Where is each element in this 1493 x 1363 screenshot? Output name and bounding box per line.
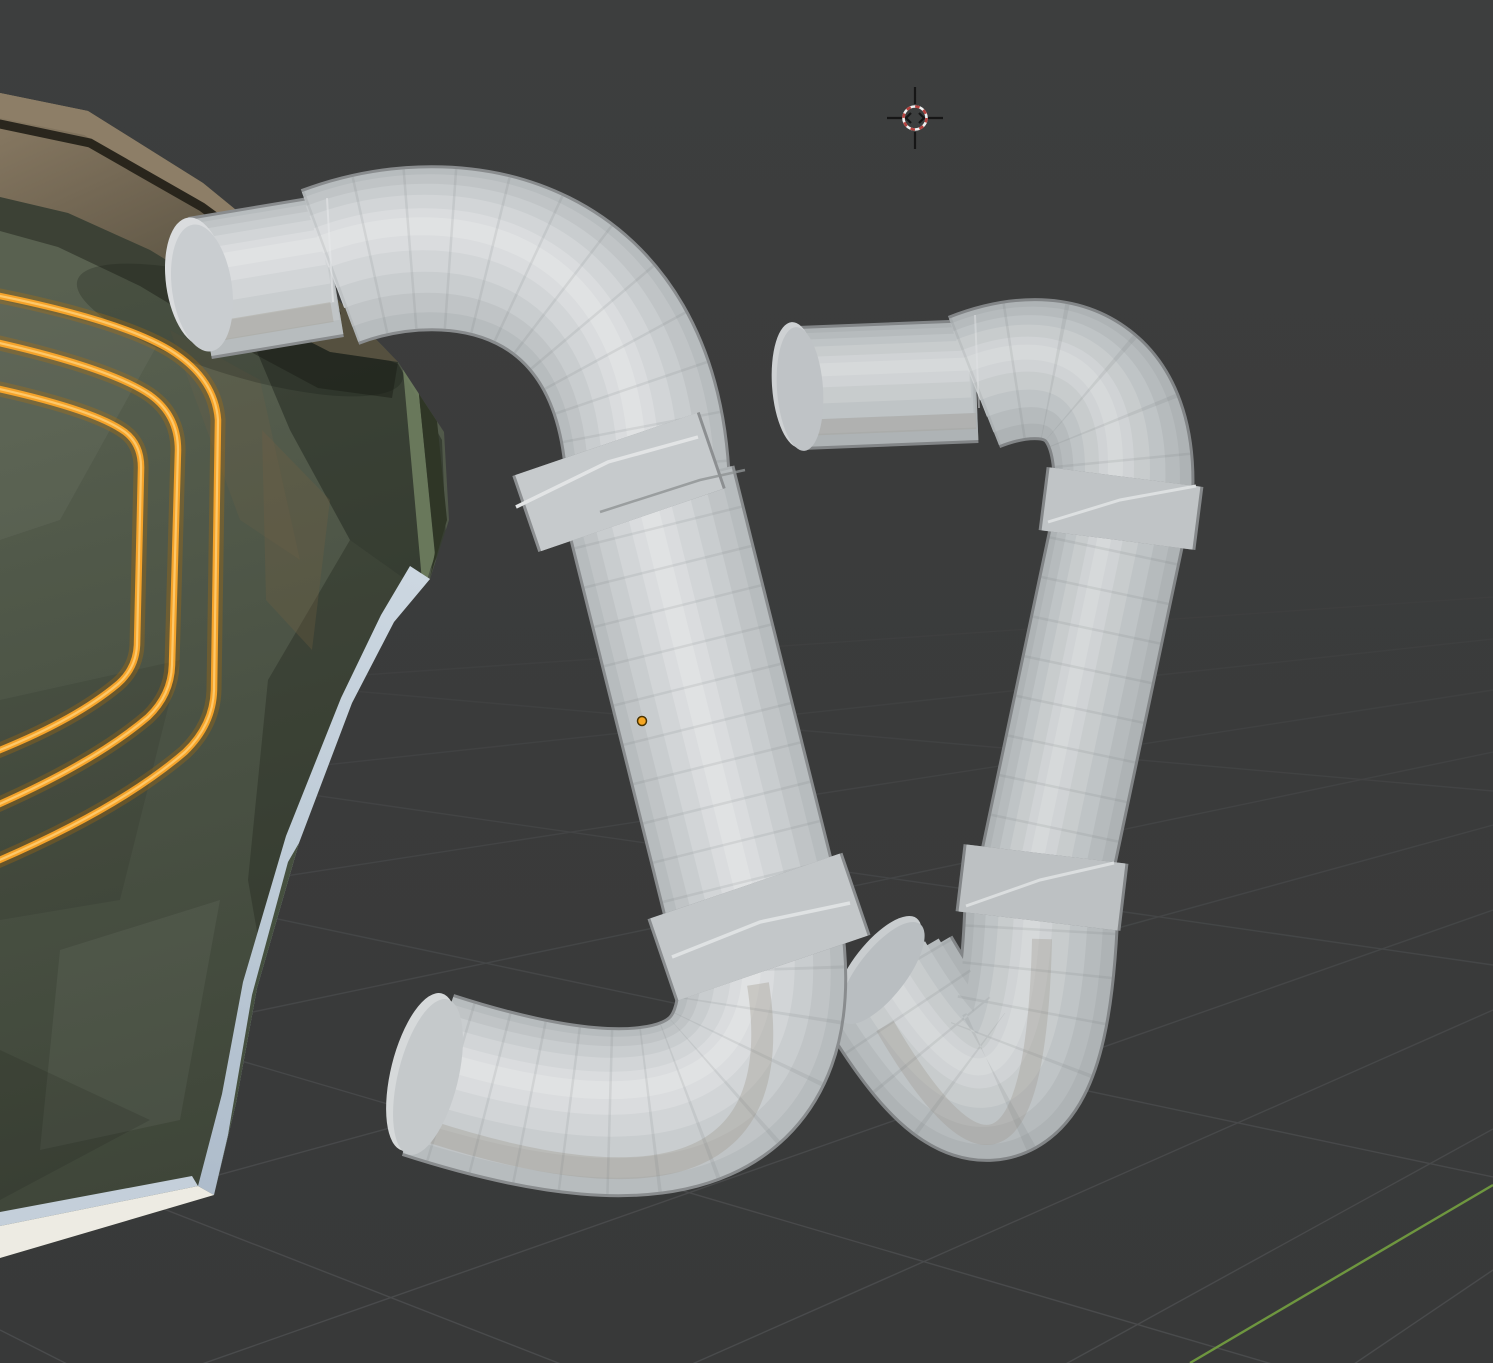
pipe-collar	[966, 854, 1114, 921]
viewport-canvas[interactable]	[0, 0, 1493, 1363]
object-origin-dot	[638, 717, 647, 726]
pipe-collar	[1048, 477, 1196, 540]
